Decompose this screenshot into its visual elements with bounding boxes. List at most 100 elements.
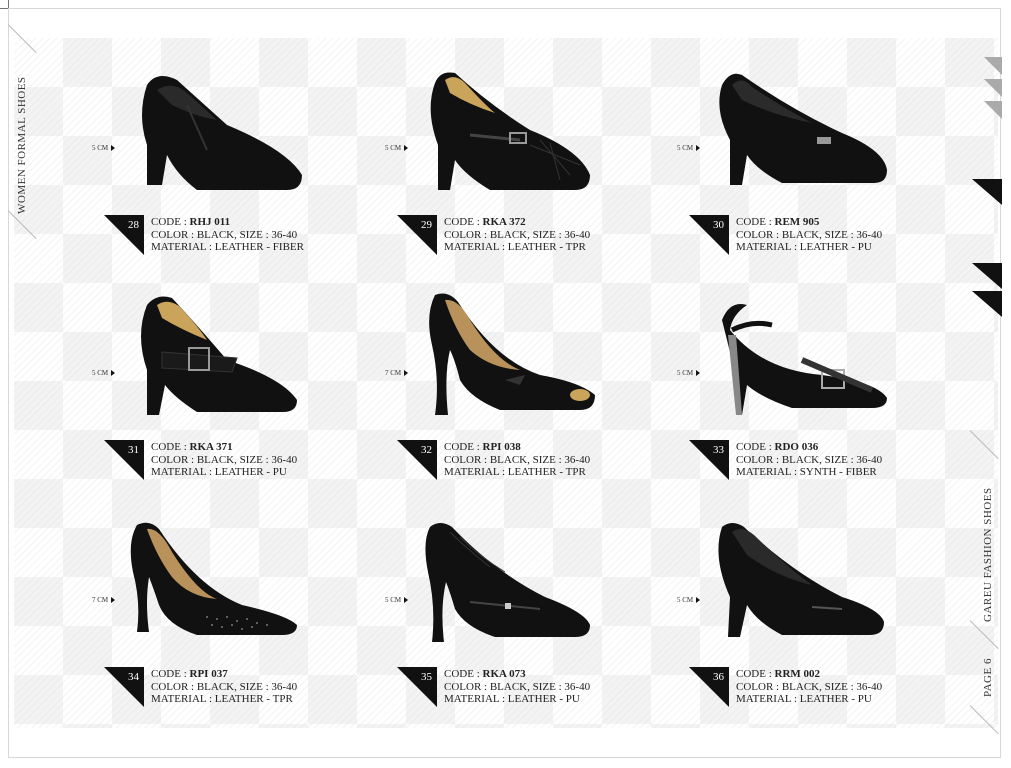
item-number: 36 <box>713 671 724 683</box>
peep-toe-pump-icon <box>410 290 600 425</box>
heel-height-label: 5 CM <box>92 369 115 377</box>
code-label: CODE : <box>736 216 772 228</box>
product-info: CODE : RPI 037 COLOR : BLACK, SIZE : 36-4… <box>151 668 297 706</box>
material-label: MATERIAL : <box>736 466 800 478</box>
color-label: COLOR : <box>736 453 782 466</box>
material-value: LEATHER - TPR <box>507 466 586 478</box>
product-card-31: 5 CM 31 CODE : RKA 371 COLOR : BLACK, SIZE… <box>92 285 382 511</box>
product-info: CODE : RKA 371 COLOR : BLACK, SIZE : 36-4… <box>151 441 297 479</box>
color-size-value: BLACK, SIZE : 36-40 <box>781 680 883 693</box>
item-number: 34 <box>128 671 139 683</box>
code-label: CODE : <box>151 441 187 453</box>
material-value: LEATHER - FIBER <box>214 241 304 253</box>
heel-height-label: 7 CM <box>92 596 115 604</box>
croc-pump-icon <box>702 65 892 200</box>
product-info: CODE : RKA 073 COLOR : BLACK, SIZE : 36-4… <box>444 668 590 706</box>
item-number-badge: 36 <box>689 667 729 707</box>
code-line: CODE : RKA 372 <box>444 216 590 229</box>
heel-height-label: 5 CM <box>92 144 115 152</box>
color-line: COLOR : BLACK, SIZE : 36-40 <box>151 229 304 242</box>
material-label: MATERIAL : <box>444 241 508 253</box>
color-label: COLOR : <box>151 453 197 466</box>
slingback-sandal-icon <box>702 290 892 425</box>
buckle-pump-icon <box>117 290 307 425</box>
item-number-badge: 28 <box>104 215 144 255</box>
item-number: 31 <box>128 444 139 456</box>
product-code: RPI 038 <box>482 441 521 453</box>
product-card-36: 5 CM 36 CODE : RRM 002 COLOR : BLACK, SIZE… <box>677 512 967 738</box>
code-line: CODE : RRM 002 <box>736 668 882 681</box>
code-line: CODE : RDO 036 <box>736 441 882 454</box>
quilted-pump-icon <box>410 65 600 200</box>
item-number: 30 <box>713 219 724 231</box>
heel-height-label: 5 CM <box>385 596 408 604</box>
product-code: RHJ 011 <box>189 216 231 228</box>
heel-height-label: 7 CM <box>385 369 408 377</box>
code-line: CODE : RKA 371 <box>151 441 297 454</box>
color-label: COLOR : <box>444 680 490 693</box>
color-size-value: BLACK, SIZE : 36-40 <box>196 453 298 466</box>
color-line: COLOR : BLACK, SIZE : 36-40 <box>736 454 882 467</box>
code-label: CODE : <box>151 216 187 228</box>
material-value: LEATHER - PU <box>799 241 872 253</box>
pleated-pump-icon <box>410 517 600 652</box>
color-label: COLOR : <box>151 680 197 693</box>
material-line: MATERIAL : LEATHER - PU <box>444 693 590 706</box>
item-number: 35 <box>421 671 432 683</box>
color-line: COLOR : BLACK, SIZE : 36-40 <box>736 681 882 694</box>
code-label: CODE : <box>151 668 187 680</box>
color-label: COLOR : <box>151 228 197 241</box>
product-card-29: 5 CM 29 CODE : RKA 372 COLOR : BLACK, SIZE… <box>385 60 675 286</box>
color-size-value: BLACK, SIZE : 36-40 <box>489 453 591 466</box>
page-number: PAGE 6 <box>982 658 994 697</box>
item-number-badge: 33 <box>689 440 729 480</box>
item-number-badge: 30 <box>689 215 729 255</box>
code-line: CODE : RKA 073 <box>444 668 590 681</box>
color-line: COLOR : BLACK, SIZE : 36-40 <box>151 681 297 694</box>
section-title: WOMEN FORMAL SHOES <box>16 76 28 214</box>
color-size-value: BLACK, SIZE : 36-40 <box>781 228 883 241</box>
product-code: RKA 371 <box>189 441 233 453</box>
product-card-33: 5 CM 33 CODE : RDO 036 COLOR : BLACK, SIZE… <box>677 285 967 511</box>
product-card-35: 5 CM 35 CODE : RKA 073 COLOR : BLACK, SIZE… <box>385 512 675 738</box>
material-value: SYNTH - FIBER <box>799 466 877 478</box>
material-value: LEATHER - TPR <box>507 241 586 253</box>
product-code: RKA 073 <box>482 668 526 680</box>
color-size-value: BLACK, SIZE : 36-40 <box>196 228 298 241</box>
code-label: CODE : <box>444 668 480 680</box>
color-size-value: BLACK, SIZE : 36-40 <box>781 453 883 466</box>
corner-tabs <box>972 57 1002 317</box>
loafer-pump-icon <box>117 65 307 200</box>
material-value: LEATHER - PU <box>507 693 580 705</box>
material-label: MATERIAL : <box>444 466 508 478</box>
color-line: COLOR : BLACK, SIZE : 36-40 <box>444 454 590 467</box>
code-label: CODE : <box>444 216 480 228</box>
code-line: CODE : RPI 037 <box>151 668 297 681</box>
color-line: COLOR : BLACK, SIZE : 36-40 <box>736 229 882 242</box>
color-label: COLOR : <box>736 228 782 241</box>
item-number-badge: 34 <box>104 667 144 707</box>
color-line: COLOR : BLACK, SIZE : 36-40 <box>151 454 297 467</box>
product-info: CODE : RDO 036 COLOR : BLACK, SIZE : 36-4… <box>736 441 882 479</box>
dotted-pump-icon <box>117 517 307 652</box>
product-code: RDO 036 <box>774 441 819 453</box>
item-number: 32 <box>421 444 432 456</box>
material-value: LEATHER - PU <box>214 466 287 478</box>
item-number-badge: 31 <box>104 440 144 480</box>
product-info: CODE : RPI 038 COLOR : BLACK, SIZE : 36-4… <box>444 441 590 479</box>
color-line: COLOR : BLACK, SIZE : 36-40 <box>444 229 590 242</box>
item-number: 28 <box>128 219 139 231</box>
item-number: 29 <box>421 219 432 231</box>
color-label: COLOR : <box>444 228 490 241</box>
material-label: MATERIAL : <box>151 241 215 253</box>
material-line: MATERIAL : LEATHER - FIBER <box>151 241 304 254</box>
color-line: COLOR : BLACK, SIZE : 36-40 <box>444 681 590 694</box>
product-card-32: 7 CM 32 CODE : RPI 038 COLOR : BLACK, SIZE… <box>385 285 675 511</box>
color-size-value: BLACK, SIZE : 36-40 <box>489 680 591 693</box>
product-info: CODE : REM 905 COLOR : BLACK, SIZE : 36-4… <box>736 216 882 254</box>
color-label: COLOR : <box>736 680 782 693</box>
material-label: MATERIAL : <box>736 693 800 705</box>
product-code: REM 905 <box>774 216 820 228</box>
code-label: CODE : <box>444 441 480 453</box>
material-label: MATERIAL : <box>444 693 508 705</box>
